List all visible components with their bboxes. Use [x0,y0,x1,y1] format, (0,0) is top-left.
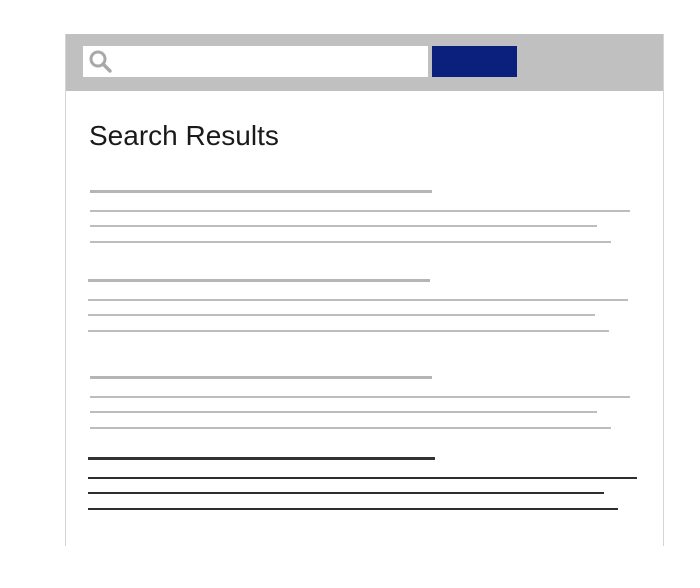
result-snippet-line [88,508,618,510]
browser-window: Search Results [65,34,664,546]
result-snippet-line [90,396,630,398]
result-snippet-line [88,299,628,301]
result-snippet-line [88,314,595,316]
result-snippet-line [90,241,611,243]
result-snippet-line [90,210,630,212]
result-snippet-line [90,225,597,227]
result-snippet-line [88,330,609,332]
search-button[interactable] [432,46,517,77]
result-title-line[interactable] [88,279,430,282]
result-snippet-line [88,477,637,479]
result-title-line[interactable] [90,190,432,193]
result-title-line[interactable] [90,376,432,379]
result-snippet-line [88,492,604,494]
page-title: Search Results [89,120,279,151]
search-bar [66,34,663,91]
search-input[interactable] [83,46,428,77]
result-snippet-line [90,427,611,429]
search-icon [89,50,112,73]
result-snippet-line [90,411,597,413]
result-title-line[interactable] [88,457,435,460]
